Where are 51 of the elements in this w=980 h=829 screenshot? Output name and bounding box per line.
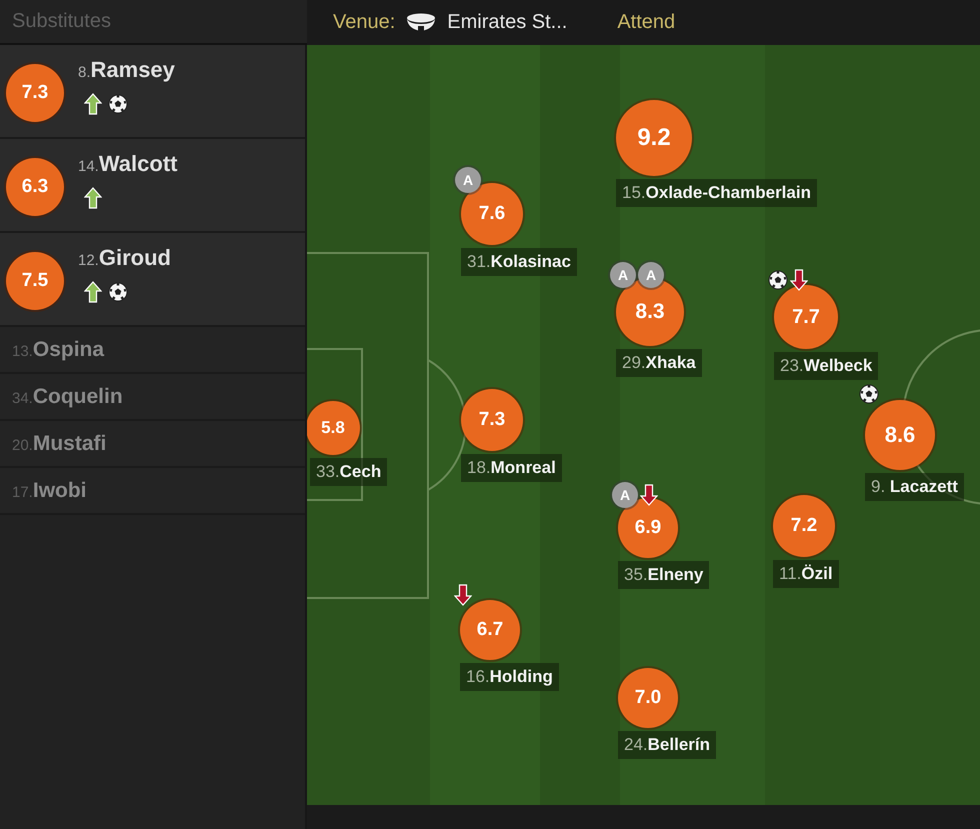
player-name: 34.Coquelin xyxy=(12,384,123,408)
assist-badge: A xyxy=(612,482,638,508)
substitute-row[interactable]: 7.5 12.Giroud xyxy=(0,233,305,327)
attendance-label: Attend xyxy=(617,11,676,34)
rating-badge[interactable]: 7.0 xyxy=(618,668,678,728)
down-arrow-icon xyxy=(640,484,658,506)
down-arrow-icon xyxy=(454,584,472,606)
player-label[interactable]: 9. Lacazett xyxy=(865,473,964,501)
down-arrow-icon xyxy=(790,269,808,291)
rating-badge[interactable]: 5.8 xyxy=(307,401,360,455)
venue-name: Emirates St... xyxy=(447,11,568,34)
assist-badge: A xyxy=(638,262,664,288)
player-label[interactable]: 31.Kolasinac xyxy=(461,248,577,276)
player-label[interactable]: 11.Özil xyxy=(773,560,839,588)
player-label[interactable]: 15.Oxlade-Chamberlain xyxy=(616,179,817,207)
assist-badge: A xyxy=(610,262,636,288)
substitute-row[interactable]: 6.3 14.Walcott xyxy=(0,139,305,233)
assist-badge: A xyxy=(455,167,481,193)
ball-icon xyxy=(768,270,788,290)
rating-badge[interactable]: 7.2 xyxy=(773,495,835,557)
up-arrow-icon xyxy=(84,93,102,115)
ball-icon xyxy=(859,384,879,404)
player-name: 20.Mustafi xyxy=(12,432,106,456)
rating-badge: 7.5 xyxy=(6,252,64,310)
rating-badge: 6.3 xyxy=(6,158,64,216)
player-label[interactable]: 23.Welbeck xyxy=(774,352,878,380)
player-name: 14.Walcott xyxy=(78,151,178,177)
section-title: Substitutes xyxy=(12,10,111,33)
venue-label: Venue: xyxy=(333,11,396,34)
rating-badge[interactable]: 8.6 xyxy=(865,400,935,470)
player-name: 8.Ramsey xyxy=(78,57,175,83)
player-label[interactable]: 35.Elneny xyxy=(618,561,710,589)
player-name: 17.Iwobi xyxy=(12,478,87,502)
rating-badge[interactable]: 7.3 xyxy=(461,389,523,451)
rating-badge[interactable]: 7.7 xyxy=(774,285,838,349)
substitute-row[interactable]: 7.3 8.Ramsey xyxy=(0,45,305,139)
up-arrow-icon xyxy=(84,281,102,303)
ball-icon xyxy=(108,282,128,302)
player-label[interactable]: 29.Xhaka xyxy=(616,349,702,377)
up-arrow-icon xyxy=(84,187,102,209)
rating-badge: 7.3 xyxy=(6,64,64,122)
player-label[interactable]: 16.Holding xyxy=(460,663,559,691)
rating-badge[interactable]: 6.7 xyxy=(460,600,520,660)
player-name: 13.Ospina xyxy=(12,338,104,362)
player-label[interactable]: 33.Cech xyxy=(310,458,388,486)
player-name: 12.Giroud xyxy=(78,245,171,271)
stadium-icon xyxy=(405,12,438,34)
player-label[interactable]: 24.Bellerín xyxy=(618,731,716,759)
player-label[interactable]: 18.Monreal xyxy=(461,454,562,482)
rating-badge[interactable]: 9.2 xyxy=(616,100,692,176)
ball-icon xyxy=(108,94,128,114)
